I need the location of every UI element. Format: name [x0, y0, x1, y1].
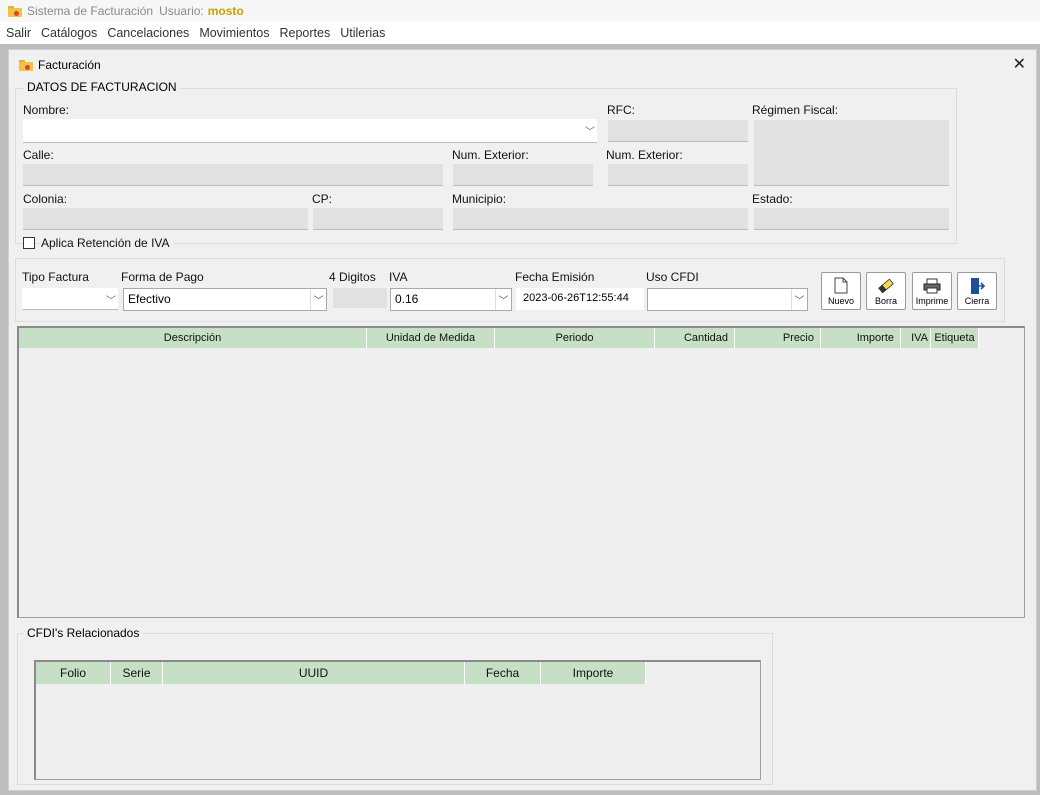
new-document-icon — [834, 277, 848, 295]
chevron-down-icon: ﹀ — [791, 289, 807, 310]
forma-pago-combobox[interactable]: Efectivo ﹀ — [123, 288, 327, 311]
num-exterior-2-label: Num. Exterior: — [606, 148, 683, 162]
rfc-field — [608, 120, 748, 142]
col-folio[interactable]: Folio — [36, 662, 111, 684]
col-descripcion[interactable]: Descripción — [19, 328, 367, 348]
imprime-button[interactable]: Imprime — [912, 272, 952, 310]
fecha-emision-label: Fecha Emisión — [515, 270, 595, 284]
window-title-bar: Facturación — [19, 58, 101, 72]
estado-field — [754, 208, 949, 230]
uso-cfdi-label: Uso CFDI — [646, 270, 699, 284]
cp-label: CP: — [312, 192, 333, 206]
cierra-label: Cierra — [964, 295, 990, 306]
borra-button[interactable]: Borra — [866, 272, 906, 310]
colonia-label: Colonia: — [23, 192, 68, 206]
cuatro-digitos-label: 4 Digitos — [329, 270, 376, 284]
user-name: mosto — [207, 4, 244, 18]
chevron-down-icon: ﹀ — [106, 296, 116, 307]
col-periodo[interactable]: Periodo — [495, 328, 655, 348]
cp-field — [313, 208, 443, 230]
fecha-emision-field[interactable]: 2023-06-26T12:55:44 — [516, 288, 644, 310]
datos-facturacion-legend: DATOS DE FACTURACION — [24, 80, 180, 94]
menu-salir[interactable]: Salir — [6, 26, 31, 40]
close-icon[interactable]: ✕ — [1013, 54, 1026, 74]
app-titlebar: Sistema de Facturación Usuario: mosto — [0, 0, 1040, 22]
municipio-field — [453, 208, 748, 230]
nuevo-label: Nuevo — [827, 295, 854, 306]
num-exterior-2-field — [608, 164, 748, 186]
col-iva[interactable]: IVA — [901, 328, 931, 348]
cfdi-table[interactable]: Folio Serie UUID Fecha Importe — [34, 660, 761, 780]
chevron-down-icon: ﹀ — [585, 127, 595, 138]
menu-utilerias[interactable]: Utilerias — [340, 26, 385, 40]
cierra-button[interactable]: Cierra — [957, 272, 997, 310]
colonia-field — [23, 208, 308, 230]
col-uuid[interactable]: UUID — [163, 662, 465, 684]
window-folder-icon — [19, 59, 33, 71]
cuatro-digitos-field — [333, 288, 387, 308]
col-cfdi-importe[interactable]: Importe — [541, 662, 646, 684]
menu-movimientos[interactable]: Movimientos — [199, 26, 269, 40]
calle-label: Calle: — [23, 148, 54, 162]
tipo-factura-combobox[interactable]: ﹀ — [22, 288, 118, 310]
items-table[interactable]: Descripción Unidad de Medida Periodo Can… — [17, 326, 1025, 618]
app-title: Sistema de Facturación — [27, 4, 154, 18]
col-etiqueta[interactable]: Etiqueta — [931, 328, 979, 348]
num-exterior-label: Num. Exterior: — [452, 148, 529, 162]
col-unidad-medida[interactable]: Unidad de Medida — [367, 328, 495, 348]
tipo-factura-label: Tipo Factura — [22, 270, 89, 284]
nombre-label: Nombre: — [23, 103, 70, 117]
uso-cfdi-combobox[interactable]: ﹀ — [647, 288, 808, 311]
col-importe[interactable]: Importe — [821, 328, 901, 348]
municipio-label: Municipio: — [452, 192, 507, 206]
menu-reportes[interactable]: Reportes — [279, 26, 330, 40]
printer-icon — [923, 277, 941, 295]
col-serie[interactable]: Serie — [111, 662, 163, 684]
calle-field — [23, 164, 443, 186]
exit-door-icon — [969, 277, 985, 295]
forma-pago-value: Efectivo — [128, 292, 171, 306]
items-table-header: Descripción Unidad de Medida Periodo Can… — [19, 328, 979, 348]
menu-bar: Salir Catálogos Cancelaciones Movimiento… — [0, 22, 1040, 44]
retencion-iva-checkbox[interactable] — [23, 237, 35, 249]
app-folder-icon — [8, 5, 22, 17]
nuevo-button[interactable]: Nuevo — [821, 272, 861, 310]
iva-value: 0.16 — [395, 292, 419, 306]
chevron-down-icon: ﹀ — [495, 289, 511, 310]
retencion-iva-label: Aplica Retención de IVA — [41, 236, 174, 250]
window-title: Facturación — [38, 58, 101, 72]
col-cantidad[interactable]: Cantidad — [655, 328, 735, 348]
user-label: Usuario: — [159, 4, 204, 18]
regimen-fiscal-field — [754, 120, 949, 186]
cfdi-relacionados-legend: CFDI's Relacionados — [24, 626, 143, 640]
cfdi-table-header: Folio Serie UUID Fecha Importe — [36, 662, 646, 684]
col-fecha[interactable]: Fecha — [465, 662, 541, 684]
nombre-combobox[interactable]: ﹀ — [23, 119, 597, 143]
forma-pago-label: Forma de Pago — [121, 270, 204, 284]
col-precio[interactable]: Precio — [735, 328, 821, 348]
menu-catalogos[interactable]: Catálogos — [41, 26, 97, 40]
imprime-label: Imprime — [915, 295, 949, 306]
iva-combobox[interactable]: 0.16 ﹀ — [390, 288, 512, 311]
chevron-down-icon: ﹀ — [310, 289, 326, 310]
borra-label: Borra — [874, 295, 897, 306]
eraser-icon — [877, 277, 895, 295]
menu-cancelaciones[interactable]: Cancelaciones — [107, 26, 189, 40]
num-exterior-field — [453, 164, 593, 186]
regimen-fiscal-label: Régimen Fiscal: — [752, 103, 839, 117]
rfc-label: RFC: — [607, 103, 635, 117]
iva-label: IVA — [389, 270, 408, 284]
estado-label: Estado: — [752, 192, 793, 206]
facturacion-window: Facturación ✕ DATOS DE FACTURACION Nombr… — [8, 49, 1037, 791]
